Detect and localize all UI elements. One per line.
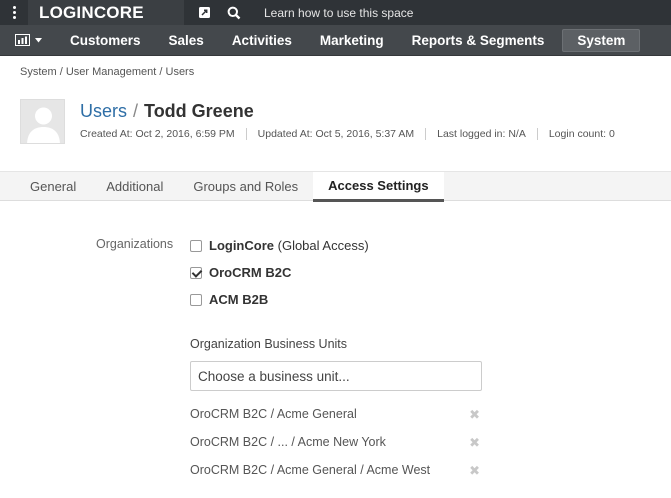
breadcrumb: System / User Management / Users xyxy=(20,66,195,78)
tab-groups-and-roles[interactable]: Groups and Roles xyxy=(178,172,313,201)
business-units-label: Organization Business Units xyxy=(190,337,348,351)
organizations-label: Organizations xyxy=(96,237,174,251)
business-unit-item: OroCRM B2C / Acme General ✖ xyxy=(190,407,480,423)
remove-icon[interactable]: ✖ xyxy=(469,435,480,451)
org-logincore-checkbox[interactable] xyxy=(190,239,202,252)
user-placeholder-icon xyxy=(27,107,60,143)
remove-icon[interactable]: ✖ xyxy=(469,407,480,423)
user-name: Todd Greene xyxy=(144,101,254,121)
search-icon[interactable] xyxy=(219,0,248,25)
org-orocrm-b2c-checkbox[interactable] xyxy=(190,266,202,279)
nav-activities[interactable]: Activities xyxy=(218,25,306,56)
tab-access-settings[interactable]: Access Settings xyxy=(313,172,444,202)
remove-icon[interactable]: ✖ xyxy=(469,463,480,479)
menu-dots-icon[interactable] xyxy=(0,0,28,25)
login-count: Login count: 0 xyxy=(536,128,626,140)
tab-bar: General Additional Groups and Roles Acce… xyxy=(0,171,671,202)
share-icon[interactable] xyxy=(190,0,219,25)
org-suffix: (Global Access) xyxy=(277,238,369,253)
nav-sales[interactable]: Sales xyxy=(155,25,218,56)
org-name: LoginCore xyxy=(209,238,274,253)
business-unit-select[interactable]: Choose a business unit... xyxy=(190,361,482,391)
top-bar: LOGINCORE Learn how to use this space xyxy=(0,0,671,25)
business-unit-label: OroCRM B2C / ... / Acme New York xyxy=(190,435,386,449)
last-logged-in: Last logged in: N/A xyxy=(425,128,537,140)
business-unit-label: OroCRM B2C / Acme General / Acme West xyxy=(190,463,431,477)
org-name: OroCRM B2C xyxy=(209,265,292,280)
avatar xyxy=(20,99,65,144)
org-acm-b2b[interactable]: ACM B2B xyxy=(190,292,268,307)
dashboard-menu[interactable] xyxy=(0,25,56,56)
updated-at: Updated At: Oct 5, 2016, 5:37 AM xyxy=(245,128,425,140)
business-unit-item: OroCRM B2C / Acme General / Acme West ✖ xyxy=(190,463,480,479)
help-link[interactable]: Learn how to use this space xyxy=(264,6,413,20)
nav-reports-segments[interactable]: Reports & Segments xyxy=(398,25,559,56)
business-unit-label: OroCRM B2C / Acme General xyxy=(190,407,357,421)
tab-additional[interactable]: Additional xyxy=(91,172,178,201)
users-link[interactable]: Users xyxy=(80,101,127,121)
org-orocrm-b2c[interactable]: OroCRM B2C xyxy=(190,265,291,280)
chevron-down-icon xyxy=(34,37,42,42)
dashboard-icon xyxy=(14,34,30,46)
org-acm-b2b-checkbox[interactable] xyxy=(190,293,202,306)
user-meta: Created At: Oct 2, 2016, 6:59 PM Updated… xyxy=(80,128,626,140)
logo[interactable]: LOGINCORE xyxy=(28,0,184,25)
created-at: Created At: Oct 2, 2016, 6:59 PM xyxy=(80,128,235,140)
title-separator: / xyxy=(133,101,139,121)
org-name: ACM B2B xyxy=(209,292,269,307)
org-logincore[interactable]: LoginCore (Global Access) xyxy=(190,238,369,253)
main-nav: Customers Sales Activities Marketing Rep… xyxy=(0,25,671,56)
page-title: Users / Todd Greene xyxy=(80,101,254,122)
nav-customers[interactable]: Customers xyxy=(56,25,155,56)
nav-marketing[interactable]: Marketing xyxy=(306,25,398,56)
tab-general[interactable]: General xyxy=(15,172,91,201)
business-unit-item: OroCRM B2C / ... / Acme New York ✖ xyxy=(190,435,480,451)
nav-system[interactable]: System xyxy=(562,28,641,52)
